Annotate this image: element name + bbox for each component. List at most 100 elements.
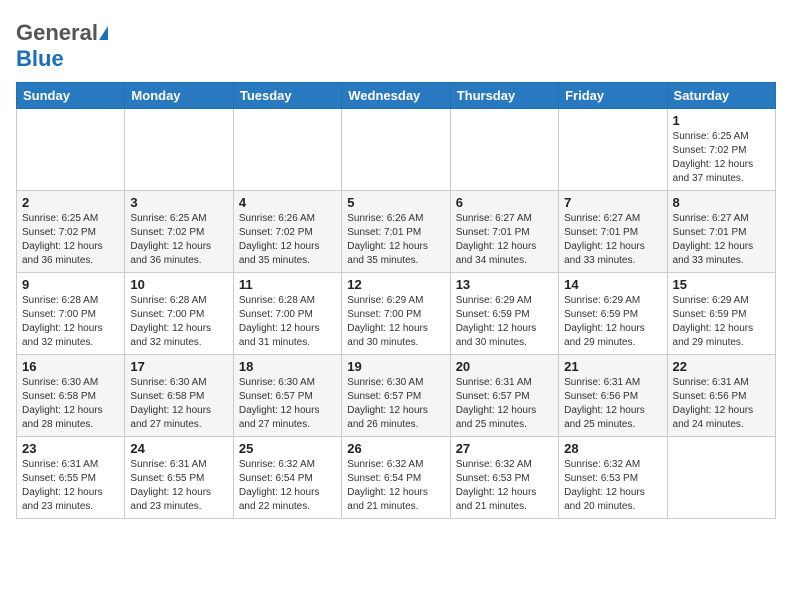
calendar-cell: [17, 109, 125, 191]
day-number: 4: [239, 195, 336, 210]
day-number: 12: [347, 277, 444, 292]
day-info: Sunrise: 6:31 AM Sunset: 6:55 PM Dayligh…: [130, 458, 227, 514]
day-info: Sunrise: 6:25 AM Sunset: 7:02 PM Dayligh…: [673, 130, 770, 186]
calendar-table: SundayMondayTuesdayWednesdayThursdayFrid…: [16, 82, 776, 519]
day-number: 1: [673, 113, 770, 128]
day-number: 6: [456, 195, 553, 210]
calendar-cell: 15 Sunrise: 6:29 AM Sunset: 6:59 PM Dayli…: [667, 273, 775, 355]
day-info: Sunrise: 6:31 AM Sunset: 6:55 PM Dayligh…: [22, 458, 119, 514]
day-number: 11: [239, 277, 336, 292]
calendar-cell: 7 Sunrise: 6:27 AM Sunset: 7:01 PM Daylig…: [559, 191, 667, 273]
calendar-cell: 9 Sunrise: 6:28 AM Sunset: 7:00 PM Daylig…: [17, 273, 125, 355]
day-number: 19: [347, 359, 444, 374]
weekday-header-saturday: Saturday: [667, 83, 775, 109]
day-info: Sunrise: 6:30 AM Sunset: 6:57 PM Dayligh…: [347, 376, 444, 432]
day-info: Sunrise: 6:29 AM Sunset: 6:59 PM Dayligh…: [456, 294, 553, 350]
day-info: Sunrise: 6:32 AM Sunset: 6:53 PM Dayligh…: [456, 458, 553, 514]
calendar-week-row: 23 Sunrise: 6:31 AM Sunset: 6:55 PM Dayli…: [17, 437, 776, 519]
calendar-cell: 17 Sunrise: 6:30 AM Sunset: 6:58 PM Dayli…: [125, 355, 233, 437]
calendar-header-row: SundayMondayTuesdayWednesdayThursdayFrid…: [17, 83, 776, 109]
calendar-cell: 28 Sunrise: 6:32 AM Sunset: 6:53 PM Dayli…: [559, 437, 667, 519]
calendar-week-row: 9 Sunrise: 6:28 AM Sunset: 7:00 PM Daylig…: [17, 273, 776, 355]
day-info: Sunrise: 6:25 AM Sunset: 7:02 PM Dayligh…: [22, 212, 119, 268]
calendar-cell: 27 Sunrise: 6:32 AM Sunset: 6:53 PM Dayli…: [450, 437, 558, 519]
logo-blue: Blue: [16, 46, 64, 72]
day-number: 23: [22, 441, 119, 456]
day-number: 10: [130, 277, 227, 292]
day-number: 21: [564, 359, 661, 374]
day-info: Sunrise: 6:32 AM Sunset: 6:53 PM Dayligh…: [564, 458, 661, 514]
day-number: 5: [347, 195, 444, 210]
calendar-cell: [667, 437, 775, 519]
calendar-cell: [450, 109, 558, 191]
calendar-cell: 16 Sunrise: 6:30 AM Sunset: 6:58 PM Dayli…: [17, 355, 125, 437]
logo-icon: [99, 26, 108, 40]
day-number: 2: [22, 195, 119, 210]
day-info: Sunrise: 6:28 AM Sunset: 7:00 PM Dayligh…: [130, 294, 227, 350]
calendar-cell: 8 Sunrise: 6:27 AM Sunset: 7:01 PM Daylig…: [667, 191, 775, 273]
day-number: 7: [564, 195, 661, 210]
day-number: 28: [564, 441, 661, 456]
logo-general: General: [16, 20, 98, 46]
day-info: Sunrise: 6:31 AM Sunset: 6:57 PM Dayligh…: [456, 376, 553, 432]
logo: General Blue: [16, 20, 108, 72]
calendar-cell: 3Sunrise: 6:25 AM Sunset: 7:02 PM Daylig…: [125, 191, 233, 273]
calendar-cell: 14Sunrise: 6:29 AM Sunset: 6:59 PM Dayli…: [559, 273, 667, 355]
calendar-cell: 19 Sunrise: 6:30 AM Sunset: 6:57 PM Dayli…: [342, 355, 450, 437]
calendar-cell: [342, 109, 450, 191]
calendar-week-row: 16 Sunrise: 6:30 AM Sunset: 6:58 PM Dayli…: [17, 355, 776, 437]
calendar-cell: 10 Sunrise: 6:28 AM Sunset: 7:00 PM Dayli…: [125, 273, 233, 355]
day-number: 27: [456, 441, 553, 456]
weekday-header-monday: Monday: [125, 83, 233, 109]
day-info: Sunrise: 6:30 AM Sunset: 6:58 PM Dayligh…: [130, 376, 227, 432]
calendar-cell: 18 Sunrise: 6:30 AM Sunset: 6:57 PM Dayli…: [233, 355, 341, 437]
day-info: Sunrise: 6:28 AM Sunset: 7:00 PM Dayligh…: [239, 294, 336, 350]
calendar-cell: 6 Sunrise: 6:27 AM Sunset: 7:01 PM Daylig…: [450, 191, 558, 273]
calendar-week-row: 1 Sunrise: 6:25 AM Sunset: 7:02 PM Daylig…: [17, 109, 776, 191]
calendar-cell: 1 Sunrise: 6:25 AM Sunset: 7:02 PM Daylig…: [667, 109, 775, 191]
day-number: 26: [347, 441, 444, 456]
calendar-cell: 24 Sunrise: 6:31 AM Sunset: 6:55 PM Dayli…: [125, 437, 233, 519]
calendar-week-row: 2 Sunrise: 6:25 AM Sunset: 7:02 PM Daylig…: [17, 191, 776, 273]
calendar-cell: 22 Sunrise: 6:31 AM Sunset: 6:56 PM Dayli…: [667, 355, 775, 437]
calendar-cell: 25 Sunrise: 6:32 AM Sunset: 6:54 PM Dayli…: [233, 437, 341, 519]
day-number: 8: [673, 195, 770, 210]
calendar-cell: [559, 109, 667, 191]
day-info: Sunrise: 6:31 AM Sunset: 6:56 PM Dayligh…: [673, 376, 770, 432]
day-info: Sunrise: 6:27 AM Sunset: 7:01 PM Dayligh…: [673, 212, 770, 268]
calendar-cell: 13 Sunrise: 6:29 AM Sunset: 6:59 PM Dayli…: [450, 273, 558, 355]
day-number: 15: [673, 277, 770, 292]
calendar-cell: 4Sunrise: 6:26 AM Sunset: 7:02 PM Daylig…: [233, 191, 341, 273]
calendar-cell: 21 Sunrise: 6:31 AM Sunset: 6:56 PM Dayli…: [559, 355, 667, 437]
day-info: Sunrise: 6:32 AM Sunset: 6:54 PM Dayligh…: [239, 458, 336, 514]
day-number: 18: [239, 359, 336, 374]
day-number: 20: [456, 359, 553, 374]
calendar-cell: 20 Sunrise: 6:31 AM Sunset: 6:57 PM Dayli…: [450, 355, 558, 437]
day-number: 25: [239, 441, 336, 456]
day-info: Sunrise: 6:26 AM Sunset: 7:01 PM Dayligh…: [347, 212, 444, 268]
day-info: Sunrise: 6:27 AM Sunset: 7:01 PM Dayligh…: [456, 212, 553, 268]
calendar-cell: 26 Sunrise: 6:32 AM Sunset: 6:54 PM Dayli…: [342, 437, 450, 519]
day-number: 16: [22, 359, 119, 374]
day-info: Sunrise: 6:30 AM Sunset: 6:57 PM Dayligh…: [239, 376, 336, 432]
calendar-cell: 2 Sunrise: 6:25 AM Sunset: 7:02 PM Daylig…: [17, 191, 125, 273]
calendar-cell: 11 Sunrise: 6:28 AM Sunset: 7:00 PM Dayli…: [233, 273, 341, 355]
page-header: General Blue: [16, 16, 776, 72]
day-info: Sunrise: 6:31 AM Sunset: 6:56 PM Dayligh…: [564, 376, 661, 432]
day-number: 22: [673, 359, 770, 374]
day-info: Sunrise: 6:30 AM Sunset: 6:58 PM Dayligh…: [22, 376, 119, 432]
calendar-cell: 5 Sunrise: 6:26 AM Sunset: 7:01 PM Daylig…: [342, 191, 450, 273]
day-number: 3: [130, 195, 227, 210]
day-info: Sunrise: 6:32 AM Sunset: 6:54 PM Dayligh…: [347, 458, 444, 514]
calendar-cell: 23 Sunrise: 6:31 AM Sunset: 6:55 PM Dayli…: [17, 437, 125, 519]
day-number: 24: [130, 441, 227, 456]
day-info: Sunrise: 6:27 AM Sunset: 7:01 PM Dayligh…: [564, 212, 661, 268]
day-number: 13: [456, 277, 553, 292]
day-info: Sunrise: 6:29 AM Sunset: 6:59 PM Dayligh…: [673, 294, 770, 350]
day-info: Sunrise: 6:28 AM Sunset: 7:00 PM Dayligh…: [22, 294, 119, 350]
calendar-cell: 12 Sunrise: 6:29 AM Sunset: 7:00 PM Dayli…: [342, 273, 450, 355]
day-number: 9: [22, 277, 119, 292]
day-number: 17: [130, 359, 227, 374]
day-info: Sunrise: 6:29 AM Sunset: 7:00 PM Dayligh…: [347, 294, 444, 350]
weekday-header-thursday: Thursday: [450, 83, 558, 109]
